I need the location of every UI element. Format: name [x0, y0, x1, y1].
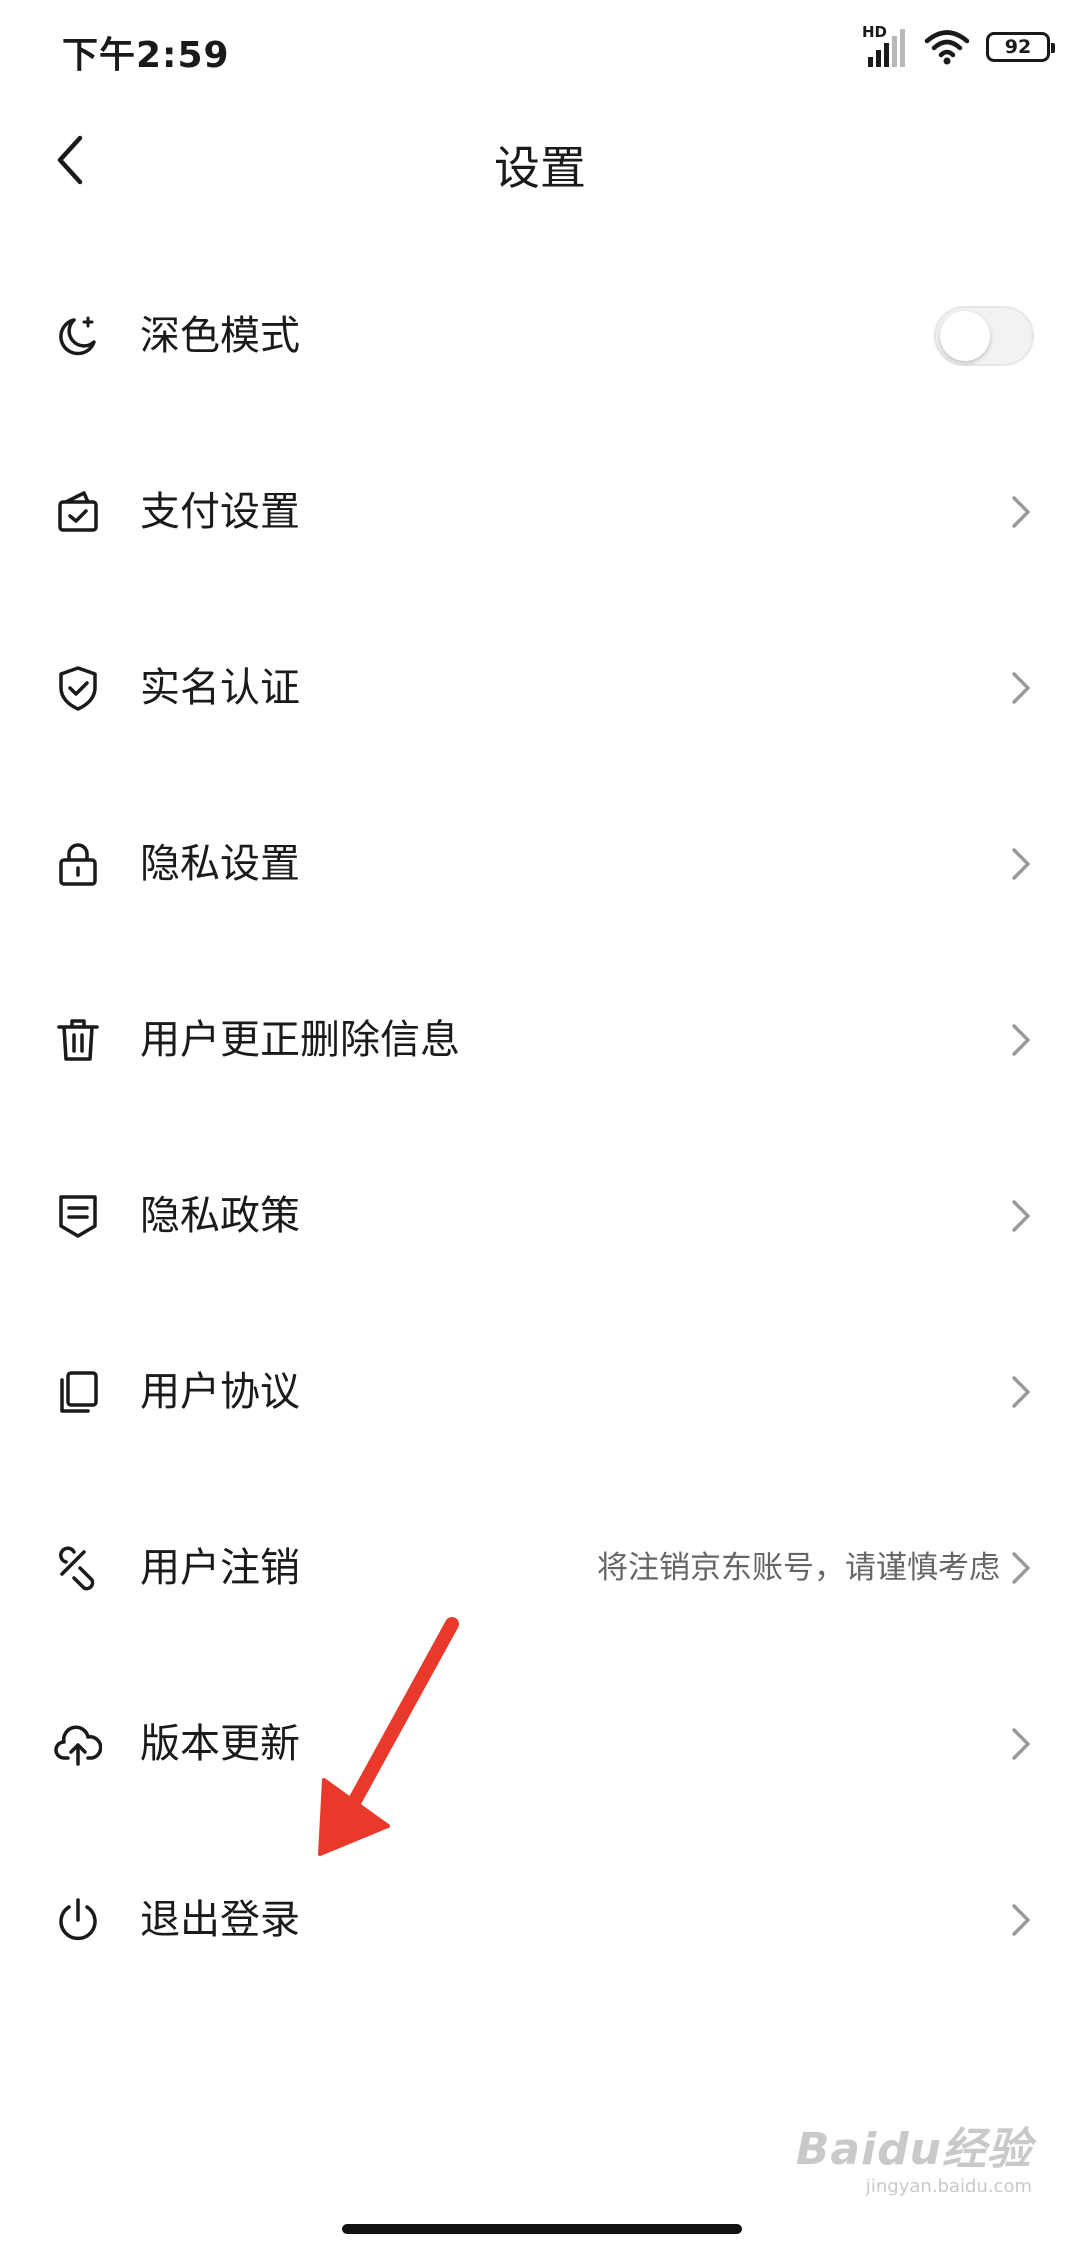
- status-time: 下午2:59: [62, 35, 230, 76]
- page-title: 设置: [494, 141, 586, 195]
- settings-item-user-agreement[interactable]: 用户协议: [0, 1304, 1080, 1480]
- settings-item-label: 用户注销: [140, 1545, 300, 1591]
- settings-item-logout[interactable]: 退出登录: [0, 1832, 1080, 2008]
- settings-item-payment[interactable]: 支付设置: [0, 424, 1080, 600]
- watermark: Baidu经验 jingyan.baidu.com: [796, 2124, 1032, 2198]
- battery-level: 92: [1004, 36, 1032, 58]
- power-icon: [59, 1898, 97, 1941]
- settings-item-label: 版本更新: [140, 1721, 300, 1767]
- settings-item-label: 隐私政策: [140, 1193, 300, 1239]
- chevron-right-icon: [1012, 1552, 1030, 1584]
- settings-item-label: 用户更正删除信息: [140, 1017, 460, 1063]
- settings-item-label: 深色模式: [140, 313, 300, 359]
- settings-item-label: 支付设置: [140, 489, 300, 535]
- chevron-right-icon: [1012, 1376, 1030, 1408]
- settings-item-label: 实名认证: [140, 665, 300, 711]
- header: 设置: [0, 110, 1080, 210]
- cloud-upload-icon: [54, 1725, 102, 1766]
- signal-icon: HD: [862, 25, 908, 69]
- chevron-right-icon: [1012, 496, 1030, 528]
- unlink-icon: [59, 1546, 95, 1591]
- dark-mode-toggle[interactable]: [934, 306, 1034, 366]
- copy-document-icon: [60, 1371, 98, 1413]
- watermark-logo: Baidu经验: [795, 2124, 1032, 2175]
- settings-item-dark-mode[interactable]: 深色模式: [0, 248, 1080, 424]
- annotation-arrow: [318, 1617, 459, 1856]
- settings-item-version-update[interactable]: 版本更新: [0, 1656, 1080, 1832]
- trash-icon: [57, 1019, 99, 1061]
- watermark-url: jingyan.baidu.com: [865, 2176, 1032, 2197]
- settings-item-correct-delete-info[interactable]: 用户更正删除信息: [0, 952, 1080, 1128]
- chevron-right-icon: [1012, 1728, 1030, 1760]
- chevron-right-icon: [1012, 672, 1030, 704]
- home-indicator[interactable]: [342, 2224, 742, 2234]
- chevron-right-icon: [1012, 1024, 1030, 1056]
- document-badge-icon: [59, 1195, 97, 1238]
- wallet-icon: [58, 491, 98, 532]
- chevron-right-icon: [1012, 1904, 1030, 1936]
- chevron-right-icon: [1012, 848, 1030, 880]
- settings-list: 深色模式 支付设置 实名认证 隐私设置 用户更正删除信息 隐私政策 用户协议 用…: [0, 248, 1080, 2008]
- settings-item-real-name[interactable]: 实名认证: [0, 600, 1080, 776]
- wifi-icon: [924, 27, 970, 67]
- settings-item-account-cancel[interactable]: 用户注销 将注销京东账号，请谨慎考虑: [0, 1480, 1080, 1656]
- settings-item-label: 用户协议: [140, 1369, 300, 1415]
- toggle-knob: [940, 311, 990, 361]
- status-icons: HD 92: [862, 22, 1055, 72]
- settings-item-privacy-policy[interactable]: 隐私政策: [0, 1128, 1080, 1304]
- shield-check-icon: [59, 666, 97, 711]
- battery-icon: 92: [986, 32, 1055, 62]
- account-cancel-hint: 将注销京东账号，请谨慎考虑: [597, 1550, 1000, 1586]
- status-bar: 下午2:59 HD 92: [0, 0, 1080, 96]
- settings-item-label: 隐私设置: [140, 841, 300, 887]
- lock-icon: [59, 843, 97, 886]
- settings-item-privacy-settings[interactable]: 隐私设置: [0, 776, 1080, 952]
- moon-icon: [59, 316, 96, 356]
- settings-item-label: 退出登录: [140, 1897, 300, 1943]
- chevron-right-icon: [1012, 1200, 1030, 1232]
